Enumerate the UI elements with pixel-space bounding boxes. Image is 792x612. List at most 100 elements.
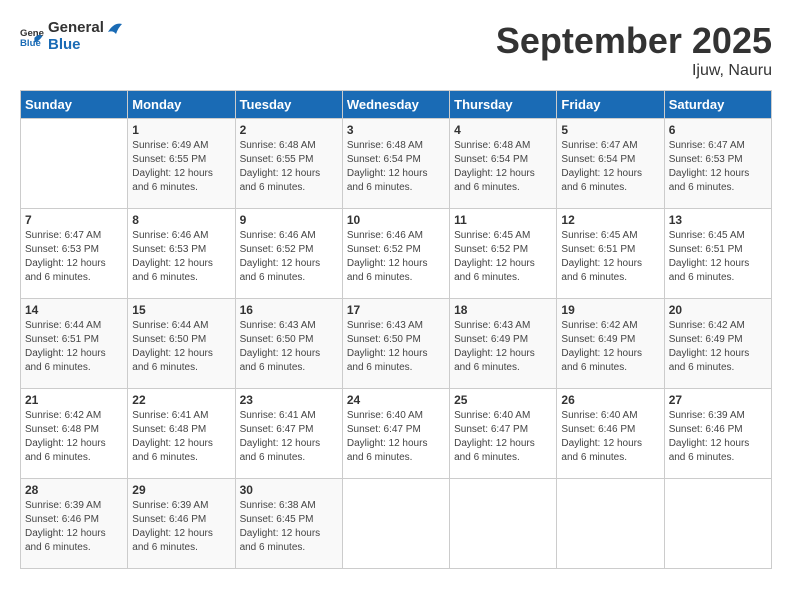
day-number: 4 [454, 123, 552, 137]
calendar-cell: 15 Sunrise: 6:44 AM Sunset: 6:50 PM Dayli… [128, 299, 235, 389]
calendar-cell: 17 Sunrise: 6:43 AM Sunset: 6:50 PM Dayli… [342, 299, 449, 389]
cell-info: Sunrise: 6:39 AM Sunset: 6:46 PM Dayligh… [25, 499, 123, 555]
svg-text:Blue: Blue [20, 37, 41, 48]
week-row-3: 14Sunrise: 6:44 AM Sunset: 6:51 PM Dayli… [21, 299, 772, 389]
calendar-cell [342, 479, 449, 569]
day-number: 20 [669, 303, 767, 317]
day-number: 9 [240, 213, 338, 227]
cell-info: Sunrise: 6:43 AM Sunset: 6:50 PM Dayligh… [240, 319, 338, 375]
logo-blue-text: Blue [48, 37, 124, 54]
cell-info: Sunrise: 6:49 AM Sunset: 6:55 PM Dayligh… [132, 139, 230, 195]
calendar-cell: 18Sunrise: 6:43 AM Sunset: 6:49 PM Dayli… [450, 299, 557, 389]
logo-icon: General Blue [20, 25, 44, 49]
calendar-cell: 27 Sunrise: 6:39 AM Sunset: 6:46 PM Dayli… [664, 389, 771, 479]
calendar-table: SundayMondayTuesdayWednesdayThursdayFrid… [20, 90, 772, 569]
month-title: September 2025 [496, 20, 772, 62]
weekday-header-sunday: Sunday [21, 91, 128, 119]
cell-info: Sunrise: 6:40 AM Sunset: 6:47 PM Dayligh… [454, 409, 552, 465]
day-number: 7 [25, 213, 123, 227]
day-number: 28 [25, 483, 123, 497]
calendar-cell: 8 Sunrise: 6:46 AM Sunset: 6:53 PM Daylig… [128, 209, 235, 299]
weekday-header-wednesday: Wednesday [342, 91, 449, 119]
cell-info: Sunrise: 6:44 AM Sunset: 6:51 PM Dayligh… [25, 319, 123, 375]
calendar-cell: 19 Sunrise: 6:42 AM Sunset: 6:49 PM Dayli… [557, 299, 664, 389]
weekday-header-monday: Monday [128, 91, 235, 119]
cell-info: Sunrise: 6:42 AM Sunset: 6:49 PM Dayligh… [669, 319, 767, 375]
calendar-cell: 24 Sunrise: 6:40 AM Sunset: 6:47 PM Dayli… [342, 389, 449, 479]
cell-info: Sunrise: 6:44 AM Sunset: 6:50 PM Dayligh… [132, 319, 230, 375]
calendar-cell: 4 Sunrise: 6:48 AM Sunset: 6:54 PM Daylig… [450, 119, 557, 209]
calendar-cell: 11 Sunrise: 6:45 AM Sunset: 6:52 PM Dayli… [450, 209, 557, 299]
cell-info: Sunrise: 6:45 AM Sunset: 6:51 PM Dayligh… [561, 229, 659, 285]
day-number: 2 [240, 123, 338, 137]
calendar-cell: 25 Sunrise: 6:40 AM Sunset: 6:47 PM Dayli… [450, 389, 557, 479]
day-number: 3 [347, 123, 445, 137]
cell-info: Sunrise: 6:39 AM Sunset: 6:46 PM Dayligh… [669, 409, 767, 465]
cell-info: Sunrise: 6:47 AM Sunset: 6:53 PM Dayligh… [669, 139, 767, 195]
calendar-cell: 2 Sunrise: 6:48 AM Sunset: 6:55 PM Daylig… [235, 119, 342, 209]
day-number: 13 [669, 213, 767, 227]
day-number: 26 [561, 393, 659, 407]
calendar-cell [664, 479, 771, 569]
cell-info: Sunrise: 6:48 AM Sunset: 6:55 PM Dayligh… [240, 139, 338, 195]
cell-info: Sunrise: 6:39 AM Sunset: 6:46 PM Dayligh… [132, 499, 230, 555]
weekday-header-row: SundayMondayTuesdayWednesdayThursdayFrid… [21, 91, 772, 119]
cell-info: Sunrise: 6:43 AM Sunset: 6:50 PM Dayligh… [347, 319, 445, 375]
day-number: 5 [561, 123, 659, 137]
cell-info: Sunrise: 6:46 AM Sunset: 6:52 PM Dayligh… [347, 229, 445, 285]
cell-info: Sunrise: 6:41 AM Sunset: 6:47 PM Dayligh… [240, 409, 338, 465]
cell-info: Sunrise: 6:45 AM Sunset: 6:52 PM Dayligh… [454, 229, 552, 285]
cell-info: Sunrise: 6:43 AM Sunset: 6:49 PM Dayligh… [454, 319, 552, 375]
cell-info: Sunrise: 6:40 AM Sunset: 6:46 PM Dayligh… [561, 409, 659, 465]
calendar-cell: 23Sunrise: 6:41 AM Sunset: 6:47 PM Dayli… [235, 389, 342, 479]
weekday-header-tuesday: Tuesday [235, 91, 342, 119]
cell-info: Sunrise: 6:46 AM Sunset: 6:53 PM Dayligh… [132, 229, 230, 285]
calendar-cell: 21Sunrise: 6:42 AM Sunset: 6:48 PM Dayli… [21, 389, 128, 479]
location-title: Ijuw, Nauru [496, 62, 772, 80]
calendar-cell: 9Sunrise: 6:46 AM Sunset: 6:52 PM Daylig… [235, 209, 342, 299]
calendar-cell: 1 Sunrise: 6:49 AM Sunset: 6:55 PM Daylig… [128, 119, 235, 209]
cell-info: Sunrise: 6:48 AM Sunset: 6:54 PM Dayligh… [347, 139, 445, 195]
day-number: 15 [132, 303, 230, 317]
calendar-cell [450, 479, 557, 569]
day-number: 16 [240, 303, 338, 317]
cell-info: Sunrise: 6:48 AM Sunset: 6:54 PM Dayligh… [454, 139, 552, 195]
day-number: 11 [454, 213, 552, 227]
day-number: 30 [240, 483, 338, 497]
calendar-cell: 6 Sunrise: 6:47 AM Sunset: 6:53 PM Daylig… [664, 119, 771, 209]
week-row-4: 21Sunrise: 6:42 AM Sunset: 6:48 PM Dayli… [21, 389, 772, 479]
day-number: 1 [132, 123, 230, 137]
calendar-cell: 7Sunrise: 6:47 AM Sunset: 6:53 PM Daylig… [21, 209, 128, 299]
calendar-cell [557, 479, 664, 569]
cell-info: Sunrise: 6:40 AM Sunset: 6:47 PM Dayligh… [347, 409, 445, 465]
cell-info: Sunrise: 6:42 AM Sunset: 6:49 PM Dayligh… [561, 319, 659, 375]
logo: General Blue General Blue [20, 20, 124, 53]
day-number: 12 [561, 213, 659, 227]
day-number: 27 [669, 393, 767, 407]
calendar-cell: 28 Sunrise: 6:39 AM Sunset: 6:46 PM Dayli… [21, 479, 128, 569]
week-row-1: 1 Sunrise: 6:49 AM Sunset: 6:55 PM Daylig… [21, 119, 772, 209]
calendar-cell: 14Sunrise: 6:44 AM Sunset: 6:51 PM Dayli… [21, 299, 128, 389]
logo-bird-icon [106, 20, 124, 36]
logo-general-text: General [48, 20, 124, 37]
calendar-cell: 29 Sunrise: 6:39 AM Sunset: 6:46 PM Dayli… [128, 479, 235, 569]
day-number: 6 [669, 123, 767, 137]
day-number: 17 [347, 303, 445, 317]
calendar-cell: 10Sunrise: 6:46 AM Sunset: 6:52 PM Dayli… [342, 209, 449, 299]
day-number: 24 [347, 393, 445, 407]
calendar-cell: 12 Sunrise: 6:45 AM Sunset: 6:51 PM Dayli… [557, 209, 664, 299]
weekday-header-saturday: Saturday [664, 91, 771, 119]
cell-info: Sunrise: 6:42 AM Sunset: 6:48 PM Dayligh… [25, 409, 123, 465]
calendar-cell: 20 Sunrise: 6:42 AM Sunset: 6:49 PM Dayli… [664, 299, 771, 389]
cell-info: Sunrise: 6:47 AM Sunset: 6:54 PM Dayligh… [561, 139, 659, 195]
cell-info: Sunrise: 6:45 AM Sunset: 6:51 PM Dayligh… [669, 229, 767, 285]
day-number: 29 [132, 483, 230, 497]
day-number: 19 [561, 303, 659, 317]
calendar-cell: 30Sunrise: 6:38 AM Sunset: 6:45 PM Dayli… [235, 479, 342, 569]
day-number: 25 [454, 393, 552, 407]
calendar-cell [21, 119, 128, 209]
day-number: 8 [132, 213, 230, 227]
calendar-cell: 3 Sunrise: 6:48 AM Sunset: 6:54 PM Daylig… [342, 119, 449, 209]
calendar-cell: 26 Sunrise: 6:40 AM Sunset: 6:46 PM Dayli… [557, 389, 664, 479]
weekday-header-friday: Friday [557, 91, 664, 119]
